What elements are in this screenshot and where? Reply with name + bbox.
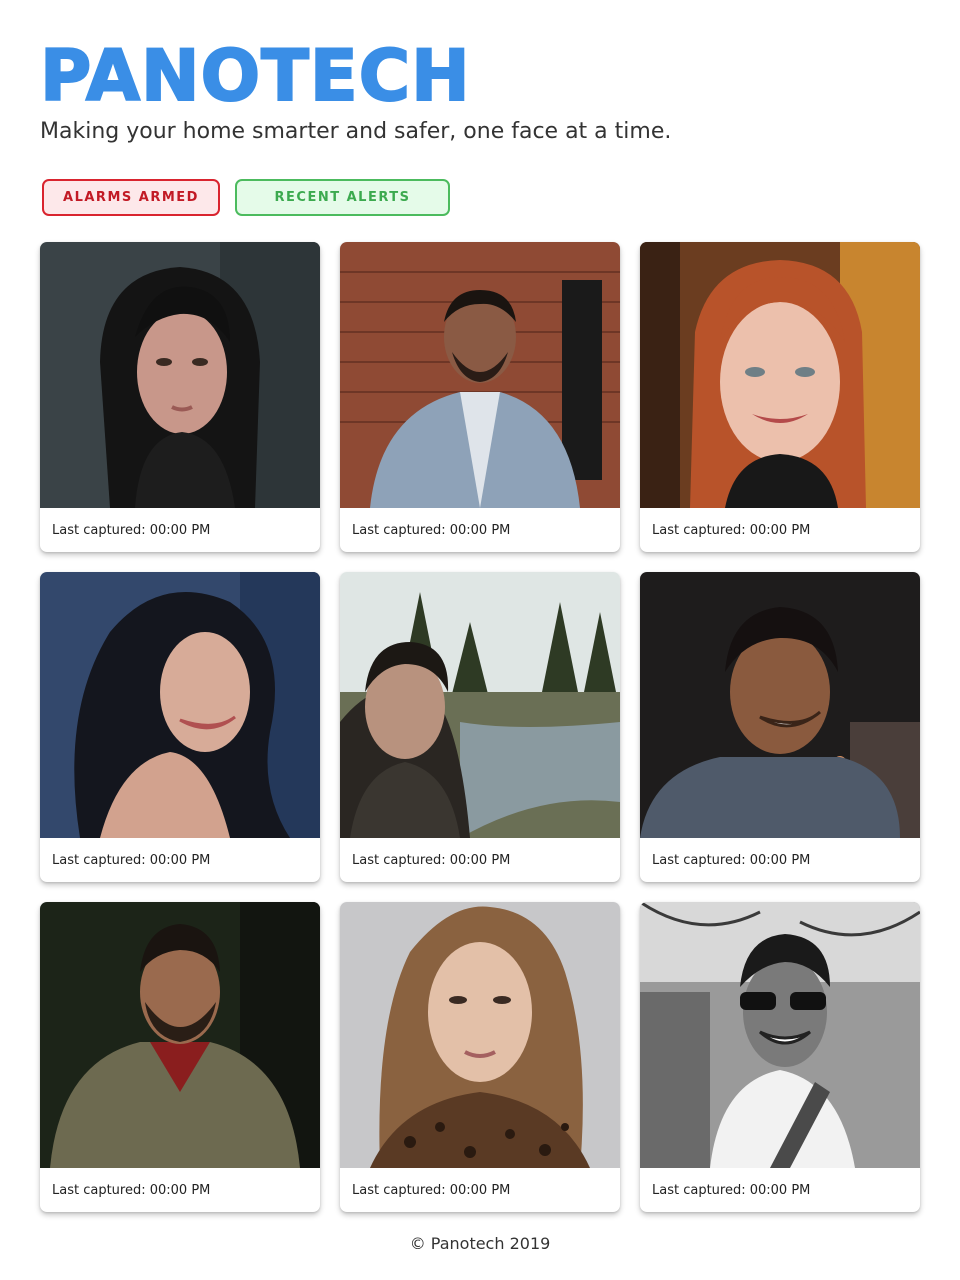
face-card[interactable]: Last captured: 00:00 PM [640, 572, 920, 882]
tagline: Making your home smarter and safer, one … [40, 119, 672, 144]
face-caption: Last captured: 00:00 PM [52, 1182, 211, 1198]
face-caption: Last captured: 00:00 PM [52, 852, 211, 868]
face-photo [340, 242, 620, 508]
face-card[interactable]: Last captured: 00:00 PM [640, 902, 920, 1212]
face-caption: Last captured: 00:00 PM [352, 522, 511, 538]
faces-grid: Last captured: 00:00 PM Last captured: 0… [40, 242, 920, 1212]
face-photo [340, 902, 620, 1168]
face-caption: Last captured: 00:00 PM [652, 522, 811, 538]
face-caption: Last captured: 00:00 PM [652, 1182, 811, 1198]
face-photo [40, 242, 320, 508]
face-caption: Last captured: 00:00 PM [352, 1182, 511, 1198]
face-caption: Last captured: 00:00 PM [52, 522, 211, 538]
face-photo [40, 902, 320, 1168]
face-card[interactable]: Last captured: 00:00 PM [340, 242, 620, 552]
face-card[interactable]: Last captured: 00:00 PM [340, 902, 620, 1212]
face-photo [40, 572, 320, 838]
face-photo [640, 242, 920, 508]
brand-logo: PANOTECH [39, 35, 471, 117]
face-caption: Last captured: 00:00 PM [352, 852, 511, 868]
face-photo [640, 572, 920, 838]
face-caption: Last captured: 00:00 PM [652, 852, 811, 868]
face-card[interactable]: Last captured: 00:00 PM [340, 572, 620, 882]
face-card[interactable]: Last captured: 00:00 PM [40, 572, 320, 882]
face-photo [640, 902, 920, 1168]
recent-alerts-button[interactable]: RECENT ALERTS [235, 179, 450, 216]
face-photo [340, 572, 620, 838]
alarms-armed-button[interactable]: ALARMS ARMED [42, 179, 220, 216]
face-card[interactable]: Last captured: 00:00 PM [40, 242, 320, 552]
face-card[interactable]: Last captured: 00:00 PM [40, 902, 320, 1212]
face-card[interactable]: Last captured: 00:00 PM [640, 242, 920, 552]
footer-copyright: © Panotech 2019 [409, 1234, 551, 1253]
